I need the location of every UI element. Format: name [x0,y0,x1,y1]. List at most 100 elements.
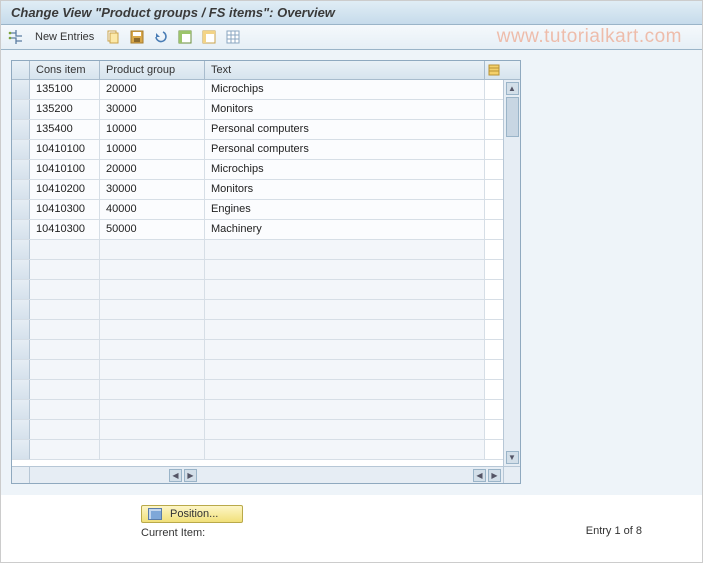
cell-text[interactable]: Microchips [205,160,485,179]
cell-product-group[interactable] [100,440,205,459]
table-row[interactable]: 1041030050000Machinery [12,220,503,240]
row-selector[interactable] [12,340,30,359]
cell-cons[interactable] [30,320,100,339]
cell-cons[interactable] [30,280,100,299]
cell-cons[interactable]: 135200 [30,100,100,119]
new-entries-button[interactable]: New Entries [31,31,98,43]
scroll-down-icon[interactable]: ▼ [506,451,519,464]
cell-cons[interactable] [30,340,100,359]
cell-cons[interactable]: 10410300 [30,220,100,239]
cell-product-group[interactable] [100,260,205,279]
row-selector[interactable] [12,320,30,339]
save-icon[interactable] [128,28,146,46]
table-row[interactable]: 1041010010000Personal computers [12,140,503,160]
cell-text[interactable] [205,320,485,339]
hscroll-left2-icon[interactable]: ◀ [473,469,486,482]
cell-cons[interactable]: 10410300 [30,200,100,219]
cell-cons[interactable]: 10410200 [30,180,100,199]
cell-cons[interactable]: 135400 [30,120,100,139]
table-row[interactable] [12,340,503,360]
row-selector[interactable] [12,240,30,259]
cell-text[interactable]: Engines [205,200,485,219]
cell-text[interactable] [205,400,485,419]
row-selector-header[interactable] [12,61,30,79]
cell-cons[interactable] [30,420,100,439]
table-row[interactable]: 13540010000Personal computers [12,120,503,140]
row-selector[interactable] [12,380,30,399]
row-selector[interactable] [12,180,30,199]
cell-product-group[interactable] [100,400,205,419]
scroll-up-icon[interactable]: ▲ [506,82,519,95]
vertical-scrollbar[interactable]: ▲ ▼ [503,80,520,466]
hscroll-right-icon[interactable]: ▶ [184,469,197,482]
cell-product-group[interactable]: 10000 [100,140,205,159]
table-row[interactable]: 13510020000Microchips [12,80,503,100]
cell-text[interactable] [205,380,485,399]
cell-cons[interactable] [30,380,100,399]
cell-text[interactable]: Microchips [205,80,485,99]
cell-product-group[interactable]: 30000 [100,100,205,119]
cell-cons[interactable] [30,400,100,419]
hscroll-right2-icon[interactable]: ▶ [488,469,501,482]
table-row[interactable] [12,280,503,300]
cell-cons[interactable] [30,360,100,379]
column-header-cons[interactable]: Cons item [30,61,100,79]
table-row[interactable]: 1041030040000Engines [12,200,503,220]
table-row[interactable] [12,360,503,380]
cell-product-group[interactable] [100,420,205,439]
table-row[interactable] [12,320,503,340]
cell-text[interactable] [205,360,485,379]
cell-product-group[interactable]: 10000 [100,120,205,139]
table-row[interactable] [12,440,503,460]
cell-product-group[interactable] [100,360,205,379]
column-header-text[interactable]: Text [205,61,485,79]
select-all-icon[interactable] [176,28,194,46]
cell-text[interactable]: Monitors [205,100,485,119]
table-row[interactable] [12,380,503,400]
cell-cons[interactable]: 10410100 [30,160,100,179]
cell-text[interactable]: Monitors [205,180,485,199]
position-button[interactable]: Position... [141,505,243,523]
deselect-all-icon[interactable] [200,28,218,46]
cell-text[interactable] [205,420,485,439]
table-row[interactable] [12,420,503,440]
column-header-product-group[interactable]: Product group [100,61,205,79]
cell-product-group[interactable]: 40000 [100,200,205,219]
row-selector[interactable] [12,80,30,99]
cell-product-group[interactable] [100,240,205,259]
cell-text[interactable]: Personal computers [205,140,485,159]
cell-cons[interactable]: 135100 [30,80,100,99]
cell-cons[interactable] [30,440,100,459]
table-row[interactable] [12,240,503,260]
row-selector[interactable] [12,420,30,439]
row-selector[interactable] [12,140,30,159]
cell-product-group[interactable] [100,300,205,319]
cell-cons[interactable]: 10410100 [30,140,100,159]
toggle-icon[interactable] [7,28,25,46]
cell-product-group[interactable]: 30000 [100,180,205,199]
table-row[interactable]: 1041010020000Microchips [12,160,503,180]
cell-cons[interactable] [30,240,100,259]
cell-cons[interactable] [30,260,100,279]
cell-text[interactable] [205,240,485,259]
cell-product-group[interactable] [100,280,205,299]
cell-product-group[interactable] [100,320,205,339]
copy-icon[interactable] [104,28,122,46]
row-selector[interactable] [12,160,30,179]
row-selector[interactable] [12,220,30,239]
row-selector[interactable] [12,360,30,379]
row-selector[interactable] [12,280,30,299]
cell-product-group[interactable]: 50000 [100,220,205,239]
cell-text[interactable] [205,260,485,279]
undo-icon[interactable] [152,28,170,46]
row-selector[interactable] [12,400,30,419]
cell-product-group[interactable] [100,380,205,399]
table-row[interactable]: 1041020030000Monitors [12,180,503,200]
row-selector[interactable] [12,260,30,279]
cell-text[interactable] [205,280,485,299]
cell-text[interactable]: Machinery [205,220,485,239]
cell-text[interactable] [205,340,485,359]
row-selector[interactable] [12,440,30,459]
table-row[interactable] [12,260,503,280]
row-selector[interactable] [12,200,30,219]
